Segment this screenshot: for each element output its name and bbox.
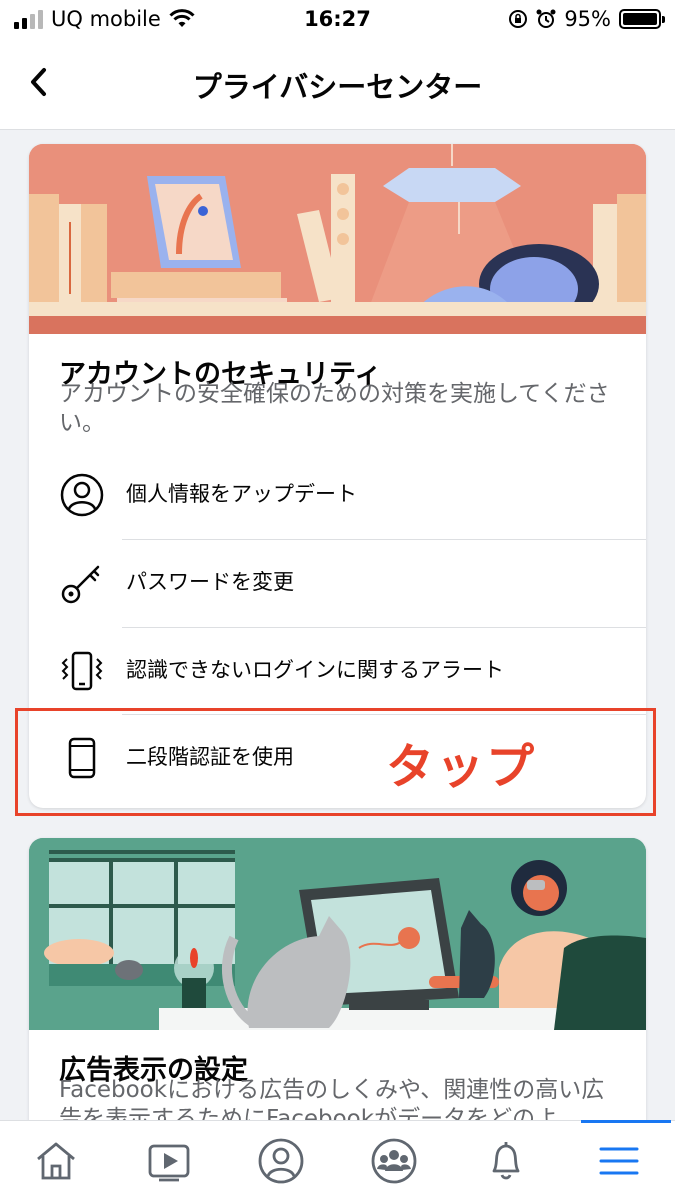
security-card-description: アカウントの安全確保のための対策を実施してください。 (59, 381, 610, 436)
tap-highlight-box (15, 708, 656, 816)
person-circle-icon (59, 472, 105, 518)
update-personal-info-label: 個人情報をアップデート (126, 482, 357, 506)
key-icon (59, 560, 105, 606)
battery-percent: 95% (564, 7, 611, 31)
status-bar: UQ mobile 16:27 95% (0, 0, 675, 40)
phone-vibrate-icon (59, 648, 105, 694)
tab-home[interactable] (0, 1121, 113, 1200)
login-alerts-item[interactable]: 認識できないログインに関するアラート (29, 628, 646, 714)
tab-groups[interactable] (338, 1121, 451, 1200)
groups-icon (371, 1138, 417, 1183)
menu-icon (599, 1147, 639, 1174)
tab-menu[interactable] (563, 1120, 675, 1200)
login-alerts-label: 認識できないログインに関するアラート (126, 658, 504, 682)
alarm-icon (536, 9, 556, 28)
profile-icon (258, 1138, 304, 1183)
home-icon (37, 1142, 76, 1179)
security-illustration (29, 144, 646, 334)
update-personal-info-item[interactable]: 個人情報をアップデート (29, 452, 646, 538)
nav-bar: プライバシーセンター (0, 40, 675, 130)
change-password-item[interactable]: パスワードを変更 (29, 540, 646, 626)
ads-illustration (29, 838, 646, 1030)
page-title: プライバシーセンター (192, 70, 483, 104)
video-icon (148, 1144, 190, 1181)
change-password-label: パスワードを変更 (126, 570, 294, 594)
orientation-lock-icon (509, 10, 528, 28)
status-right: 95% (508, 7, 665, 31)
tap-annotation: タップ (386, 739, 537, 795)
battery-icon (619, 9, 665, 29)
tab-video[interactable] (113, 1121, 226, 1200)
tab-profile[interactable] (225, 1121, 338, 1200)
bell-icon (492, 1141, 520, 1179)
tab-bar (0, 1120, 675, 1200)
tab-notifications[interactable] (450, 1121, 563, 1200)
